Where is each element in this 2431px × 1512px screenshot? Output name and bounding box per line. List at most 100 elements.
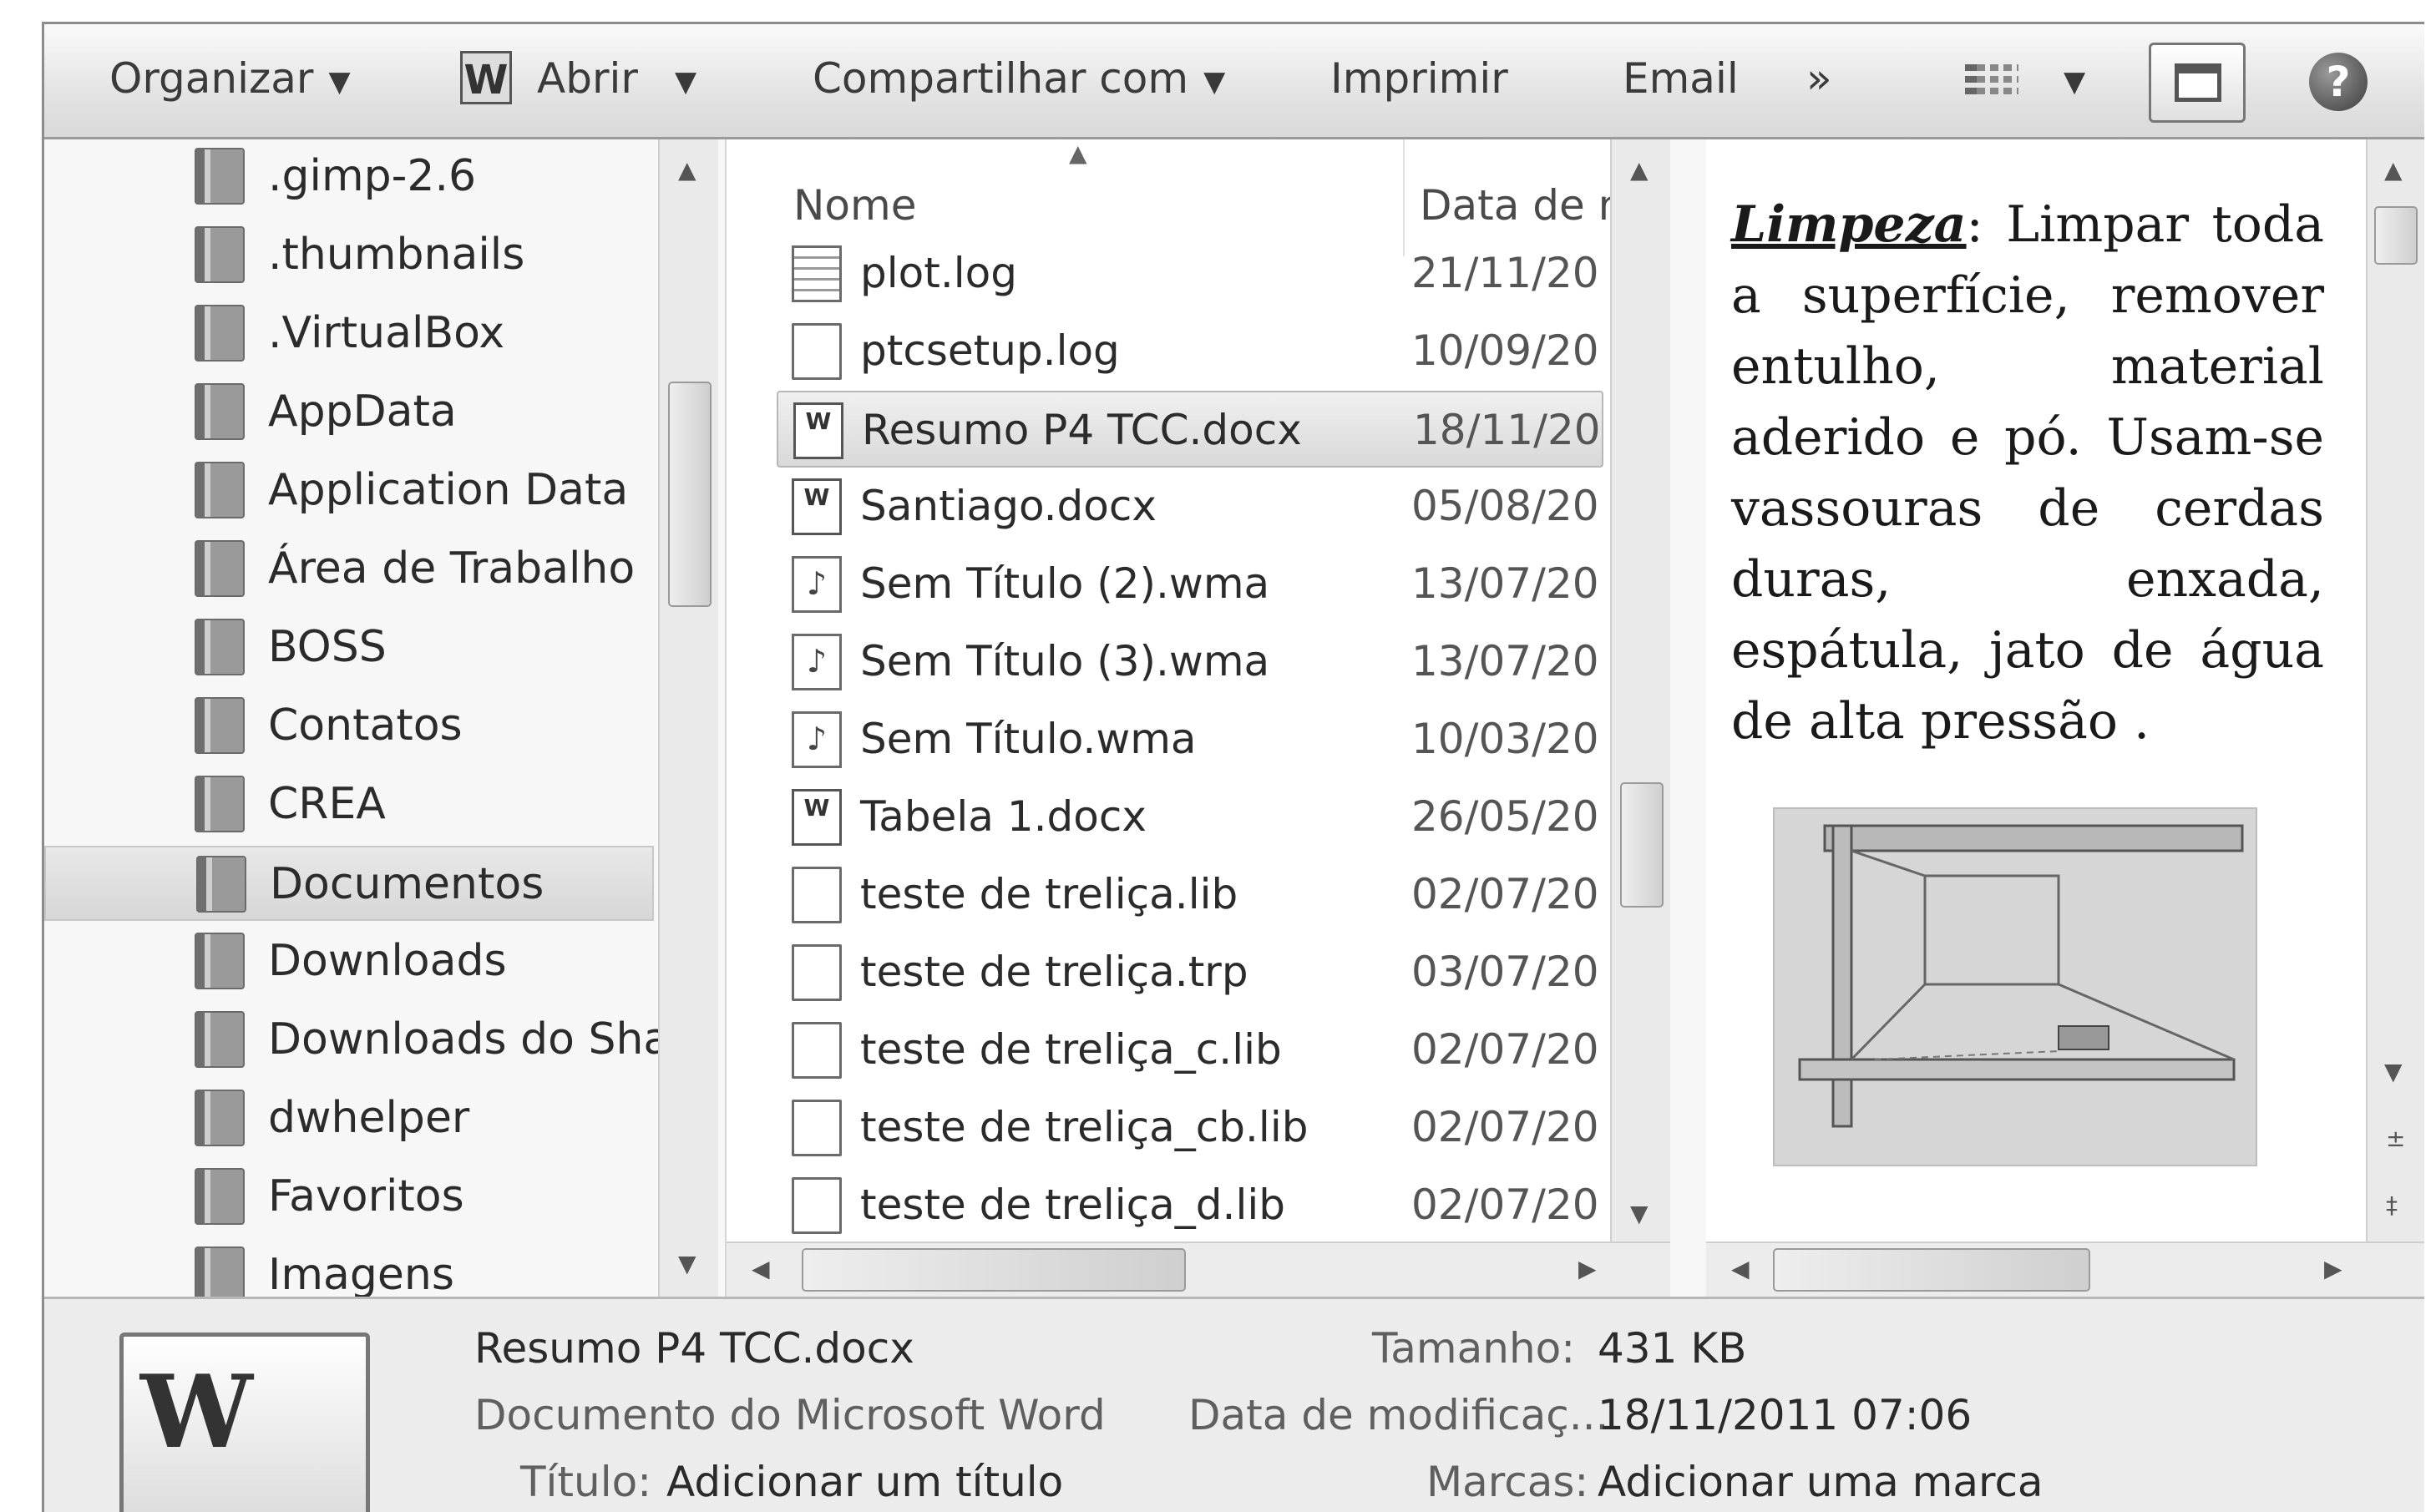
- folder-icon: [195, 619, 245, 675]
- folder-icon: [195, 305, 245, 362]
- preview-pane-button[interactable]: [2149, 43, 2246, 123]
- file-row[interactable]: teste de treliça.lib 02/07/201: [777, 857, 1603, 933]
- file-date: 10/09/201: [1411, 326, 1603, 375]
- file-row[interactable]: ♪ Sem Título.wma 10/03/201: [777, 701, 1603, 778]
- nav-item-gimp[interactable]: .gimp-2.6: [44, 139, 654, 215]
- text-file-icon: [792, 245, 842, 302]
- nav-item-label: Downloads: [268, 936, 507, 986]
- file-name: Tabela 1.docx: [860, 792, 1147, 841]
- nav-item-thumbnails[interactable]: .thumbnails: [44, 218, 654, 293]
- file-row[interactable]: W Santiago.docx 05/08/201: [777, 468, 1603, 545]
- view-options-icon[interactable]: [1965, 59, 2018, 103]
- preview-horizontal-scrollbar[interactable]: ◀ ▶: [1706, 1241, 2424, 1297]
- blank-file-icon: [792, 944, 842, 1001]
- nav-item-virtualbox[interactable]: .VirtualBox: [44, 296, 654, 372]
- nav-item-favorites[interactable]: Favoritos: [44, 1160, 654, 1235]
- open-button[interactable]: Abrir ▼: [537, 54, 696, 103]
- file-row[interactable]: ♪ Sem Título (2).wma 13/07/201: [777, 546, 1603, 623]
- nav-scrollbar[interactable]: ▲ ▼: [658, 139, 718, 1297]
- details-tags-field[interactable]: Adicionar uma marca: [1598, 1458, 2044, 1506]
- nav-item-shared-downloads[interactable]: Downloads do Shar: [44, 1003, 688, 1078]
- file-row[interactable]: teste de treliça.trp 03/07/201: [777, 934, 1603, 1011]
- help-icon[interactable]: ?: [2309, 53, 2368, 111]
- preview-horizontal-scroll-thumb[interactable]: [1773, 1248, 2090, 1292]
- file-row[interactable]: teste de treliça_cb.lib 02/07/201: [777, 1090, 1603, 1166]
- chevron-down-icon: ▼: [328, 64, 351, 99]
- nav-item-application-data[interactable]: Application Data: [44, 453, 654, 528]
- nav-item-desktop[interactable]: Área de Trabalho: [44, 532, 654, 607]
- nav-item-pictures[interactable]: Imagens: [44, 1238, 654, 1297]
- file-date: 21/11/201: [1411, 249, 1603, 297]
- favorites-folder-icon: [195, 1168, 245, 1225]
- nav-scroll-thumb[interactable]: [668, 382, 712, 607]
- file-list-horizontal-scrollbar[interactable]: ◀ ▶: [727, 1241, 1670, 1297]
- file-row[interactable]: W Tabela 1.docx 26/05/201: [777, 779, 1603, 856]
- file-date: 02/07/201: [1411, 870, 1603, 918]
- previous-page-icon[interactable]: ±: [2386, 1125, 2405, 1152]
- view-dropdown-button[interactable]: ▼: [2049, 54, 2085, 103]
- folder-icon: [195, 148, 245, 205]
- word-document-icon: W: [792, 478, 842, 535]
- scroll-up-icon[interactable]: ▲: [1630, 156, 1649, 184]
- nav-item-label: AppData: [268, 387, 457, 437]
- nav-item-crea[interactable]: CREA: [44, 767, 654, 842]
- nav-item-appdata[interactable]: AppData: [44, 375, 654, 450]
- file-list-scroll-thumb[interactable]: [1620, 782, 1664, 908]
- file-date: 13/07/201: [1411, 637, 1603, 685]
- scroll-right-icon[interactable]: ▶: [1578, 1255, 1597, 1282]
- scroll-left-icon[interactable]: ◀: [1731, 1255, 1750, 1282]
- details-filetype: Documento do Microsoft Word: [474, 1391, 1106, 1439]
- next-page-icon[interactable]: ‡: [2386, 1191, 2398, 1219]
- scroll-left-icon[interactable]: ◀: [752, 1255, 770, 1282]
- file-row[interactable]: teste de treliça_d.lib 02/07/201: [777, 1167, 1603, 1244]
- file-date: 02/07/201: [1411, 1181, 1603, 1229]
- scroll-up-icon[interactable]: ▲: [2384, 156, 2403, 184]
- blank-file-icon: [792, 1100, 842, 1156]
- file-row[interactable]: teste de treliça_c.lib 02/07/201: [777, 1012, 1603, 1089]
- horizontal-scroll-thumb[interactable]: [802, 1248, 1186, 1292]
- folder-icon: [195, 226, 245, 283]
- audio-file-icon: ♪: [792, 556, 842, 613]
- column-header-name[interactable]: Nome: [793, 181, 916, 230]
- share-menu[interactable]: Compartilhar com ▼: [813, 54, 1225, 103]
- nav-item-documents[interactable]: Documentos: [44, 846, 654, 921]
- chevron-down-icon[interactable]: ▼: [675, 65, 696, 99]
- file-date: 05/08/201: [1411, 482, 1603, 530]
- nav-item-label: Application Data: [268, 465, 629, 515]
- file-name: Santiago.docx: [860, 482, 1157, 530]
- nav-item-contacts[interactable]: Contatos: [44, 689, 654, 764]
- details-filename: Resumo P4 TCC.docx: [474, 1324, 914, 1373]
- file-name: Sem Título.wma: [860, 715, 1197, 763]
- file-list-scrollbar[interactable]: ▲ ▼: [1610, 139, 1670, 1241]
- preview-scroll-thumb[interactable]: [2374, 206, 2418, 265]
- scroll-down-icon[interactable]: ▼: [678, 1250, 696, 1277]
- file-date: 02/07/201: [1411, 1025, 1603, 1074]
- file-row-selected[interactable]: W Resumo P4 TCC.docx 18/11/201: [777, 391, 1605, 468]
- nav-item-label: Imagens: [268, 1250, 454, 1297]
- chevron-down-icon: ▼: [2064, 64, 2086, 99]
- scroll-down-icon[interactable]: ▼: [2384, 1058, 2403, 1085]
- organize-label: Organizar: [109, 54, 314, 103]
- shared-downloads-folder-icon: [195, 1011, 245, 1068]
- nav-item-boss[interactable]: BOSS: [44, 610, 654, 685]
- scroll-down-icon[interactable]: ▼: [1630, 1200, 1649, 1227]
- file-name: ptcsetup.log: [860, 326, 1120, 375]
- nav-item-label: Favoritos: [268, 1171, 464, 1221]
- file-row[interactable]: ptcsetup.log 10/09/201: [777, 313, 1603, 390]
- file-row[interactable]: plot.log 21/11/201: [777, 235, 1603, 312]
- more-commands-button[interactable]: »: [1806, 54, 1832, 103]
- scroll-up-icon[interactable]: ▲: [678, 156, 696, 184]
- nav-item-dwhelper[interactable]: dwhelper: [44, 1081, 654, 1156]
- nav-item-downloads[interactable]: Downloads: [44, 924, 654, 999]
- column-header-date[interactable]: Data de m: [1420, 181, 1620, 230]
- file-date: 03/07/201: [1411, 948, 1603, 996]
- scroll-right-icon[interactable]: ▶: [2324, 1255, 2342, 1282]
- email-button[interactable]: Email: [1623, 54, 1739, 103]
- file-name: Resumo P4 TCC.docx: [862, 406, 1302, 454]
- details-title-field[interactable]: Adicionar um título: [666, 1458, 1063, 1506]
- print-button[interactable]: Imprimir: [1330, 54, 1508, 103]
- file-row[interactable]: ♪ Sem Título (3).wma 13/07/201: [777, 624, 1603, 700]
- preview-scrollbar[interactable]: ▲ ▼ ± ‡: [2366, 139, 2424, 1241]
- organize-menu[interactable]: Organizar ▼: [109, 54, 351, 103]
- word-icon[interactable]: W: [460, 51, 512, 104]
